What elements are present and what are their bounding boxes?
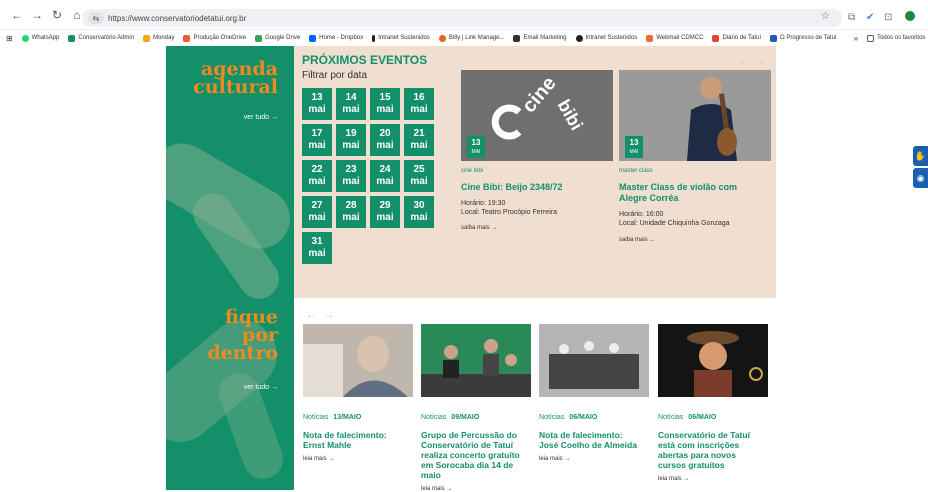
event-more-link[interactable]: saiba mais → bbox=[461, 225, 497, 231]
svg-text:cine: cine bbox=[518, 72, 561, 117]
date-filter-27[interactable]: 27 mai bbox=[302, 196, 332, 228]
event-category: cine bibi bbox=[461, 168, 484, 174]
date-filter-23[interactable]: 23 mai bbox=[336, 160, 366, 192]
date-filter-30[interactable]: 30 mai bbox=[404, 196, 434, 228]
date-filter-16[interactable]: 16 mai bbox=[404, 88, 434, 120]
forward-icon[interactable]: → bbox=[28, 6, 46, 24]
apps-icon[interactable]: ⊞ bbox=[6, 34, 13, 43]
bookmark-bitly[interactable]: Bitly | Link Manage... bbox=[438, 34, 504, 42]
news-image-percussao[interactable] bbox=[421, 324, 531, 397]
reload-icon[interactable]: ↻ bbox=[48, 6, 66, 24]
bookmark-onedrive[interactable]: Produção OneDrive bbox=[183, 34, 246, 42]
news-photo bbox=[421, 324, 531, 397]
news-image-inscricoes[interactable] bbox=[658, 324, 768, 397]
back-icon[interactable]: ← bbox=[8, 6, 26, 24]
fique-see-all-link[interactable]: ver tudo → bbox=[244, 384, 278, 391]
bookmark-monday[interactable]: Monday bbox=[143, 34, 174, 42]
date-filter-28[interactable]: 28 mai bbox=[336, 196, 366, 228]
events-next-icon[interactable]: → bbox=[756, 56, 766, 67]
news-more-link[interactable]: leia mais → bbox=[658, 476, 689, 482]
bookmark-google-drive[interactable]: Google Drive bbox=[255, 34, 300, 42]
news-section: ← → Notícias 13/MAIO Nota de falecimento: E… bbox=[294, 298, 776, 492]
event-info: Horário: 16:00 Local: Unidade Chiquinha … bbox=[619, 211, 730, 227]
news-next-icon[interactable]: → bbox=[324, 310, 334, 321]
address-bar[interactable]: ⇆ https://www.conservatoriodetatui.org.b… bbox=[82, 9, 842, 27]
date-filter-29[interactable]: 29 mai bbox=[370, 196, 400, 228]
filter-label: Filtrar por data bbox=[302, 70, 368, 81]
news-more-link[interactable]: leia mais → bbox=[421, 486, 452, 492]
events-prev-icon[interactable]: ← bbox=[738, 56, 748, 67]
news-prev-icon[interactable]: ← bbox=[306, 310, 316, 321]
news-meta: Notícias 06/MAIO bbox=[658, 414, 717, 421]
bookmarks-overflow[interactable]: » bbox=[854, 34, 858, 43]
date-filter-31[interactable]: 31 mai bbox=[302, 232, 332, 264]
date-filter-25[interactable]: 25 mai bbox=[404, 160, 434, 192]
date-filter-20[interactable]: 20 mai bbox=[370, 124, 400, 156]
date-filter-24[interactable]: 24 mai bbox=[370, 160, 400, 192]
news-meta: Notícias 13/MAIO bbox=[303, 414, 362, 421]
news-photo bbox=[539, 324, 649, 397]
date-filter-13[interactable]: 13 mai bbox=[302, 88, 332, 120]
events-section: PRÓXIMOS EVENTOS Filtrar por data 13 mai 1… bbox=[294, 46, 776, 298]
bookmark-dropbox[interactable]: Home - Dropbox bbox=[309, 34, 363, 42]
date-filter-21[interactable]: 21 mai bbox=[404, 124, 434, 156]
svg-text:bibi: bibi bbox=[554, 96, 587, 134]
bookmark-progresso[interactable]: O Progresso de Tatuí bbox=[770, 34, 837, 42]
date-filter-15[interactable]: 15 mai bbox=[370, 88, 400, 120]
profile-avatar[interactable] bbox=[905, 11, 915, 21]
news-meta: Notícias 06/MAIO bbox=[539, 414, 598, 421]
news-photo bbox=[658, 324, 768, 397]
news-image-coelho[interactable] bbox=[539, 324, 649, 397]
event-title[interactable]: Master Class de violão com Alegre Corrêa bbox=[619, 182, 737, 204]
extension-icon[interactable]: ⧉ bbox=[848, 12, 855, 23]
side-widgets: ✋ ◉ bbox=[913, 146, 928, 188]
date-filter-14[interactable]: 14 mai bbox=[336, 88, 366, 120]
news-title[interactable]: Nota de falecimento: Ernst Mahle bbox=[303, 430, 415, 450]
fique-title: fique por dentro bbox=[207, 306, 278, 364]
bookmark-diario[interactable]: Diário de Tatuí bbox=[712, 34, 761, 42]
event-category: master class bbox=[619, 168, 653, 174]
check-extension-icon[interactable]: ✔ bbox=[866, 12, 874, 23]
all-bookmarks[interactable]: Todos os favoritos bbox=[867, 34, 925, 42]
extension-puzzle-icon[interactable]: ⊡ bbox=[884, 12, 892, 23]
bookmark-webmail[interactable]: Webmail CDMCC bbox=[646, 34, 703, 42]
event-date-badge: 13 MAI bbox=[467, 136, 485, 158]
news-more-link[interactable]: leia mais → bbox=[303, 456, 334, 462]
bookmark-intranet[interactable]: Intranet Sustenidos bbox=[372, 34, 430, 42]
event-date-badge: 13 MAI bbox=[625, 136, 643, 158]
bookmark-admin[interactable]: Conservatório Admin bbox=[68, 34, 134, 42]
news-more-link[interactable]: leia mais → bbox=[539, 456, 570, 462]
event-info: Horário: 19:30 Local: Teatro Procópio Fe… bbox=[461, 200, 557, 216]
bookmark-whatsapp[interactable]: WhatsApp bbox=[21, 34, 59, 42]
date-filter-19[interactable]: 19 mai bbox=[336, 124, 366, 156]
bookmark-email-marketing[interactable]: Email Marketing bbox=[513, 34, 567, 42]
event-image-master-class[interactable]: 13 MAI bbox=[619, 70, 771, 161]
agenda-see-all-link[interactable]: ver tudo → bbox=[244, 114, 278, 121]
visibility-icon[interactable]: ◉ bbox=[913, 168, 928, 188]
event-image-cine-bibi[interactable]: cine bibi 13 MAI bbox=[461, 70, 613, 161]
url-text: https://www.conservatoriodetatui.org.br bbox=[108, 13, 247, 23]
news-title[interactable]: Conservatório de Tatuí está com inscriçõe… bbox=[658, 430, 770, 470]
event-more-link[interactable]: saiba mais → bbox=[619, 237, 655, 243]
bookmarks-bar: ⊞ WhatsApp Conservatório Admin Monday Pr… bbox=[0, 30, 928, 46]
event-title[interactable]: Cine Bibi: Beijo 2348/72 bbox=[461, 182, 563, 193]
agenda-title: agenda cultural bbox=[193, 58, 278, 98]
news-title[interactable]: Grupo de Percussão do Conservatório de Ta… bbox=[421, 430, 533, 480]
news-title[interactable]: Nota de falecimento: José Coelho de Almei… bbox=[539, 430, 651, 450]
news-image-mahle[interactable] bbox=[303, 324, 413, 397]
news-photo bbox=[303, 324, 413, 397]
date-filter-22[interactable]: 22 mai bbox=[302, 160, 332, 192]
accessibility-icon[interactable]: ✋ bbox=[913, 146, 928, 166]
news-meta: Notícias 09/MAIO bbox=[421, 414, 480, 421]
events-title: PRÓXIMOS EVENTOS bbox=[302, 53, 428, 67]
bookmark-intranet-2[interactable]: Intranet Sustenidos bbox=[575, 34, 637, 42]
bookmark-star-icon[interactable]: ☆ bbox=[821, 11, 830, 22]
site-info-icon[interactable]: ⇆ bbox=[88, 12, 104, 24]
date-filter-17[interactable]: 17 mai bbox=[302, 124, 332, 156]
left-promo-panel: agenda cultural ver tudo → fique por den… bbox=[166, 46, 294, 490]
